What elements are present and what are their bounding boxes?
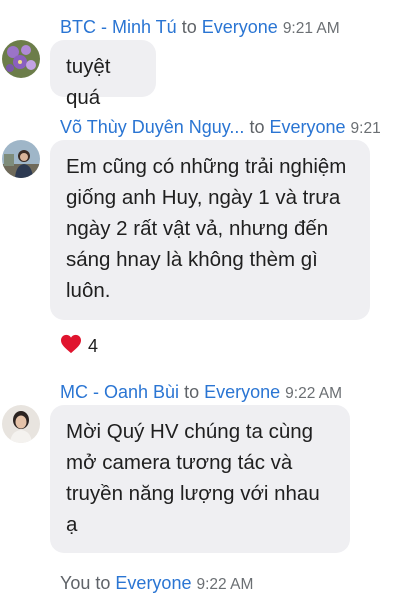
message-header: BTC - Minh Tú to Everyone 9:21 AM (60, 16, 340, 40)
message-header: You to Everyone 9:22 AM (60, 572, 253, 595)
message-header: MC - Oanh Bùi to Everyone 9:22 AM (60, 381, 342, 405)
purple-flowers-avatar (2, 40, 40, 78)
message-text: Mời Quý HV chúng ta cùng mở camera tương… (66, 420, 320, 536)
message-bubble: Em cũng có những trải nghiệm giống anh H… (50, 140, 370, 320)
heart-icon (60, 334, 82, 359)
message-header: Võ Thùy Duyên Nguy... to Everyone 9:21 (60, 116, 381, 140)
recipient-name[interactable]: Everyone (115, 573, 191, 593)
woman-portrait-avatar (2, 405, 40, 443)
message-text: Em cũng có những trải nghiệm giống anh H… (66, 155, 347, 302)
sender-name[interactable]: MC - Oanh Bùi (60, 382, 179, 402)
message-text: tuyệt quá (66, 55, 111, 109)
to-label: to (95, 573, 111, 593)
reaction-count: 4 (88, 336, 99, 356)
sender-name: You (60, 573, 91, 593)
chat-panel: BTC - Minh Tú to Everyone 9:21 AM tuyệt … (0, 0, 400, 595)
reaction[interactable]: 4 (60, 334, 98, 359)
sender-name[interactable]: Võ Thùy Duyên Nguy... (60, 117, 244, 137)
message-time: 9:22 AM (196, 576, 254, 593)
recipient-name[interactable]: Everyone (204, 382, 280, 402)
message-time: 9:22 AM (285, 385, 343, 402)
recipient-name[interactable]: Everyone (269, 117, 345, 137)
to-label: to (181, 17, 197, 37)
to-label: to (249, 117, 265, 137)
message-bubble: tuyệt quá (50, 40, 156, 109)
sender-name[interactable]: BTC - Minh Tú (60, 17, 177, 37)
message-time: 9:21 AM (282, 20, 340, 37)
to-label: to (184, 382, 200, 402)
message-bubble: Mời Quý HV chúng ta cùng mở camera tương… (50, 405, 350, 553)
message-time: 9:21 (350, 120, 381, 137)
recipient-name[interactable]: Everyone (202, 17, 278, 37)
person-outdoor-avatar (2, 140, 40, 178)
